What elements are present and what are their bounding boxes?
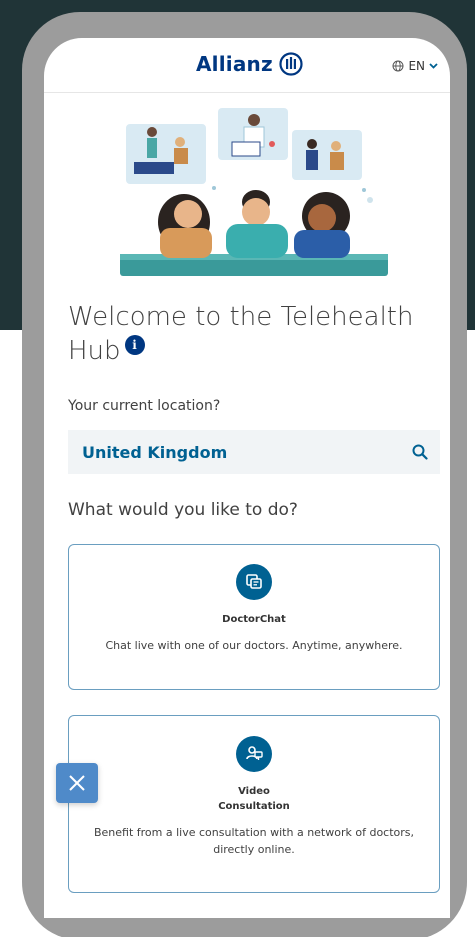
chevron-down-icon — [429, 63, 438, 69]
action-question: What would you like to do? — [68, 500, 298, 520]
card-description: Benefit from a live consultation with a … — [93, 826, 415, 856]
close-button[interactable] — [56, 763, 98, 803]
video-consultation-card[interactable]: Video Consultation Benefit from a live c… — [68, 715, 440, 893]
chat-icon — [236, 564, 272, 600]
card-description: Chat live with one of our doctors. Anyti… — [105, 639, 403, 652]
allianz-eagle-icon — [279, 52, 303, 76]
page-title-line1: Welcome to the Telehealth — [68, 302, 414, 332]
telehealth-illustration — [120, 108, 388, 276]
card-title-line1: Video — [238, 786, 270, 797]
allianz-logo[interactable]: Allianz — [196, 52, 303, 76]
card-title: DoctorChat — [222, 614, 286, 625]
language-selector[interactable]: EN — [392, 59, 438, 73]
location-search-input[interactable]: United Kingdom — [68, 430, 440, 474]
card-title-line2: Consultation — [218, 801, 290, 812]
phone-screen: Allianz EN Welcome to the Telehealth Hub… — [44, 38, 450, 918]
language-label: EN — [408, 59, 425, 73]
video-consultation-icon — [236, 736, 272, 772]
globe-icon — [392, 60, 404, 72]
location-label: Your current location? — [68, 398, 221, 414]
card-title: Video Consultation — [69, 784, 439, 814]
logo-text: Allianz — [196, 52, 273, 76]
doctorchat-card[interactable]: DoctorChat Chat live with one of our doc… — [68, 544, 440, 690]
search-icon[interactable] — [412, 444, 428, 460]
info-icon[interactable]: i — [124, 335, 145, 356]
location-value[interactable]: United Kingdom — [82, 443, 227, 462]
app-header: Allianz EN — [44, 38, 450, 93]
page-title: Welcome to the Telehealth Hub i — [68, 300, 428, 368]
close-icon — [69, 775, 85, 791]
page-title-line2: Hub — [68, 336, 121, 366]
